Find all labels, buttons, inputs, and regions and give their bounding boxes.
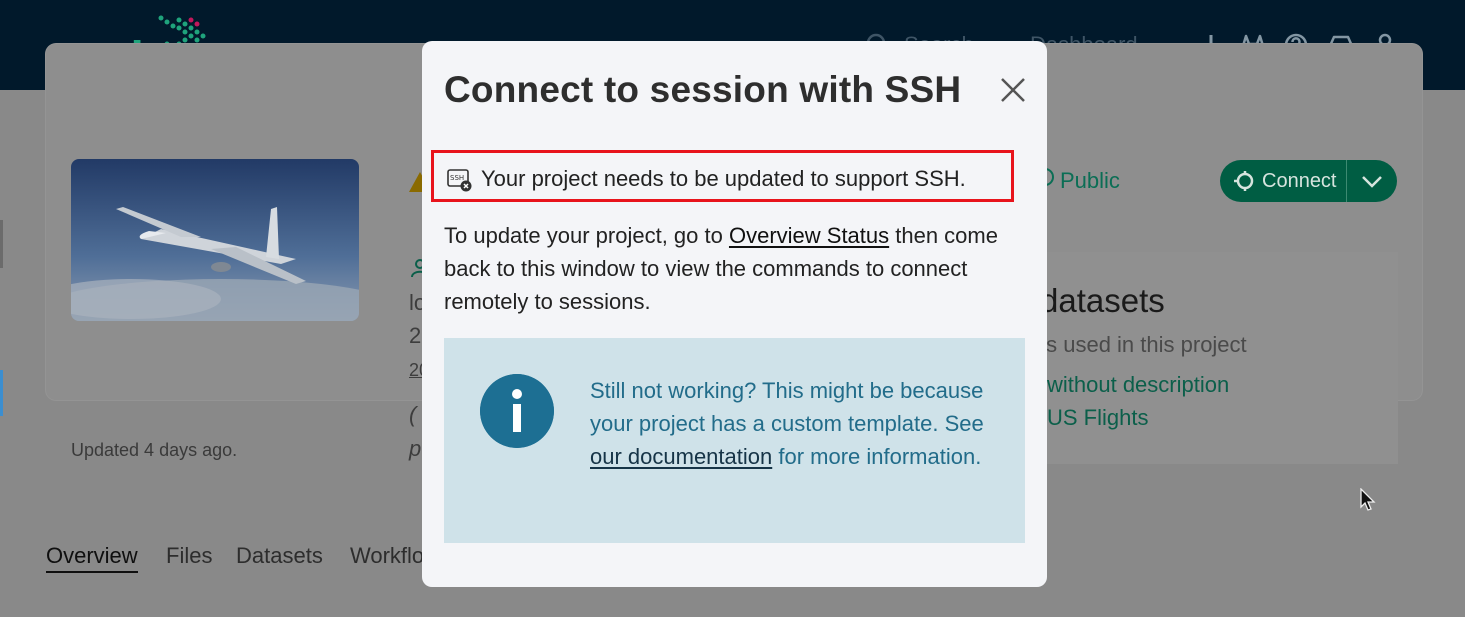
info-text: Still not working? This might be because… [590,378,984,436]
tab-files[interactable]: Files [166,543,212,569]
chevron-down-icon[interactable] [1360,171,1384,191]
info-icon [480,374,554,448]
info-box: Still not working? This might be because… [444,338,1025,543]
visibility-label: Public [1060,168,1120,193]
tab-overview[interactable]: Overview [46,543,138,573]
window-edge [0,220,3,268]
ssh-modal: Connect to session with SSH SSH Your pro… [422,41,1047,587]
updated-text: Updated 4 days ago. [71,440,238,460]
datasets-title: datasets [1040,282,1165,319]
documentation-link[interactable]: our documentation [590,444,772,469]
ssh-alert: SSH Your project needs to be updated to … [431,150,1014,202]
update-instructions: To update your project, go to Overview S… [444,219,1024,318]
info-text: for more information. [772,444,982,469]
alert-message: Your project needs to be updated to supp… [481,166,966,191]
mouse-cursor-icon [1360,488,1376,511]
button-divider [1346,160,1347,202]
plug-icon [1234,171,1254,191]
project-meta-fragment: 2 [409,323,422,348]
modal-title: Connect to session with SSH [444,69,962,110]
project-meta-fragment: p [409,436,422,461]
close-icon[interactable] [998,75,1028,105]
instructions-text: To update your project, go to [444,223,729,248]
info-message: Still not working? This might be because… [590,374,1000,473]
project-meta-fragment: ( [409,402,417,427]
tab-workflows[interactable]: Workflo [350,543,424,569]
overview-status-link[interactable]: Overview Status [729,223,889,248]
connect-button[interactable]: Connect [1220,160,1397,202]
dataset-link[interactable]: US Flights [1047,405,1148,431]
tab-datasets[interactable]: Datasets [236,543,323,569]
ssh-icon: SSH [447,169,472,192]
dataset-link[interactable]: without description [1047,372,1229,398]
project-thumbnail [71,159,359,321]
window-edge [0,370,3,416]
connect-label: Connect [1262,170,1337,192]
datasets-subtitle: ts used in this project [1040,332,1247,357]
svg-text:SSH: SSH [450,174,464,182]
